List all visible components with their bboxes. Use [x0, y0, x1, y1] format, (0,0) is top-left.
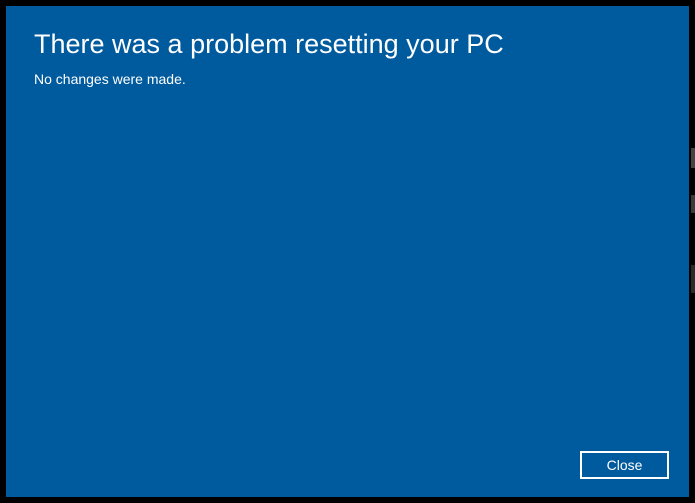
dialog-message: No changes were made. — [34, 71, 186, 87]
edge-artifact — [691, 148, 695, 168]
close-button[interactable]: Close — [580, 451, 669, 479]
dialog-frame: There was a problem resetting your PC No… — [0, 0, 695, 503]
edge-artifact — [691, 265, 695, 293]
dialog-body: There was a problem resetting your PC No… — [6, 6, 689, 497]
edge-artifact — [691, 195, 695, 213]
dialog-title: There was a problem resetting your PC — [34, 29, 504, 60]
